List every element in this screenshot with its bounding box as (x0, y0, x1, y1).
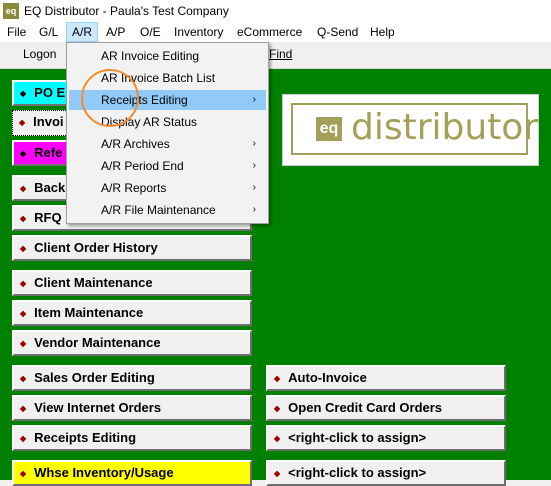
menu-item-ar-archives[interactable]: A/R Archives › (69, 134, 266, 154)
whse-inventory-usage-button[interactable]: ◆ Whse Inventory/Usage (12, 460, 252, 486)
chevron-right-icon: › (252, 160, 256, 171)
client-order-history-button[interactable]: ◆ Client Order History (12, 235, 252, 261)
bullet-icon: ◆ (274, 469, 281, 478)
menu-ap[interactable]: A/P (106, 25, 125, 39)
window-title: EQ Distributor - Paula's Test Company (24, 4, 229, 18)
menu-ar[interactable]: A/R (66, 22, 99, 42)
vendor-maintenance-button[interactable]: ◆ Vendor Maintenance (12, 330, 252, 356)
menu-item-ar-reports[interactable]: A/R Reports › (69, 178, 266, 198)
bullet-icon: ◆ (20, 89, 27, 98)
auto-invoice-button[interactable]: ◆ Auto-Invoice (266, 365, 506, 391)
bullet-icon: ◆ (20, 149, 27, 158)
title-bar: eq EQ Distributor - Paula's Test Company (0, 0, 551, 22)
eq-distributor-logo: eq distributor (282, 94, 539, 166)
menu-item-ar-invoice-editing[interactable]: AR Invoice Editing (69, 46, 266, 66)
bullet-icon: ◆ (20, 404, 27, 413)
menu-item-ar-file-maintenance[interactable]: A/R File Maintenance › (69, 200, 266, 220)
bullet-icon: ◆ (20, 184, 27, 193)
unassigned-button-2[interactable]: ◆ <right-click to assign> (266, 460, 506, 486)
find-button[interactable]: Find (269, 47, 292, 61)
menu-qsend[interactable]: Q-Send (317, 25, 358, 39)
menu-gl[interactable]: G/L (39, 25, 58, 39)
menu-item-ar-period-end[interactable]: A/R Period End › (69, 156, 266, 176)
chevron-right-icon: › (252, 94, 256, 105)
bullet-icon: ◆ (20, 279, 27, 288)
menu-bar: File G/L A/R A/P O/E Inventory eCommerce… (0, 22, 551, 42)
unassigned-button-1[interactable]: ◆ <right-click to assign> (266, 425, 506, 451)
annotation-circle (81, 69, 139, 127)
item-maintenance-button[interactable]: ◆ Item Maintenance (12, 300, 252, 326)
bullet-icon: ◆ (20, 434, 27, 443)
receipts-editing-button[interactable]: ◆ Receipts Editing (12, 425, 252, 451)
bullet-icon: ◆ (20, 244, 27, 253)
chevron-right-icon: › (252, 204, 256, 215)
menu-help[interactable]: Help (370, 25, 395, 39)
menu-ecommerce[interactable]: eCommerce (237, 25, 302, 39)
view-internet-orders-button[interactable]: ◆ View Internet Orders (12, 395, 252, 421)
bullet-icon: ◆ (20, 339, 27, 348)
bullet-icon: ◆ (20, 309, 27, 318)
bullet-icon: ◆ (274, 434, 281, 443)
chevron-right-icon: › (252, 182, 256, 193)
bullet-icon: ◆ (20, 469, 27, 478)
logon-button[interactable]: Logon (23, 47, 56, 61)
bullet-icon: ◆ (274, 404, 281, 413)
logo-frame: eq distributor (291, 103, 538, 155)
menu-oe[interactable]: O/E (140, 25, 161, 39)
app-icon: eq (3, 3, 19, 19)
menu-file[interactable]: File (7, 25, 26, 39)
logo-mark: eq (316, 117, 342, 141)
chevron-right-icon: › (252, 138, 256, 149)
bullet-icon: ◆ (20, 374, 27, 383)
logo-text: distributor (351, 107, 539, 148)
sales-order-editing-button[interactable]: ◆ Sales Order Editing (12, 365, 252, 391)
open-credit-card-orders-button[interactable]: ◆ Open Credit Card Orders (266, 395, 506, 421)
bullet-icon: ◆ (19, 118, 26, 127)
client-maintenance-button[interactable]: ◆ Client Maintenance (12, 270, 252, 296)
ar-dropdown-menu: AR Invoice Editing AR Invoice Batch List… (66, 42, 269, 224)
bullet-icon: ◆ (20, 214, 27, 223)
bullet-icon: ◆ (274, 374, 281, 383)
menu-inventory[interactable]: Inventory (174, 25, 223, 39)
